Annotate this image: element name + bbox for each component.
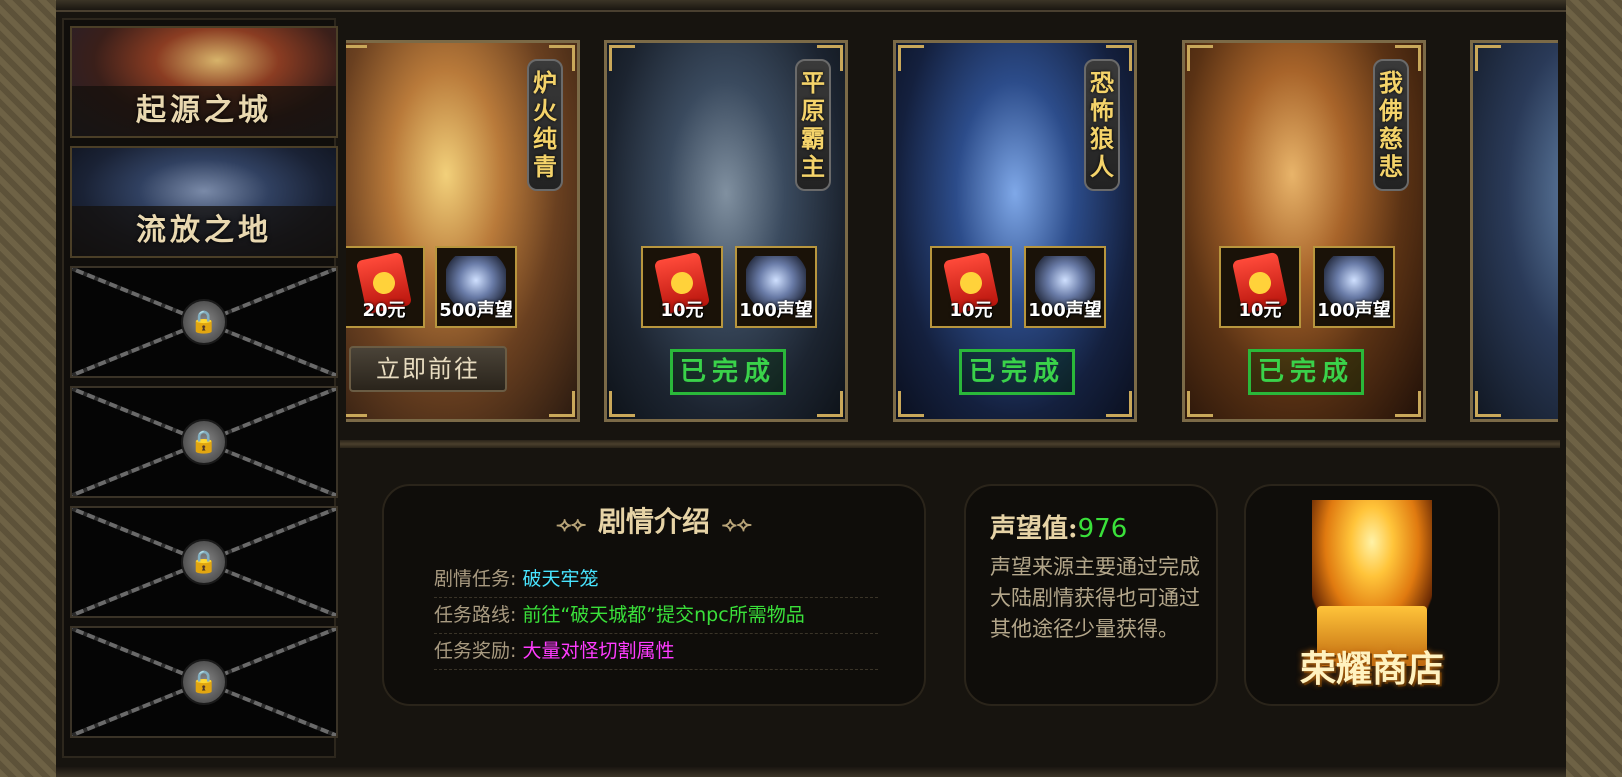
- reputation-heading: 声望值:976: [990, 508, 1127, 545]
- sidebar-item-locked: 🔒: [70, 266, 338, 378]
- reputation-panel: 声望值:976 声望来源主要通过完成大陆剧情获得也可通过其他途径少量获得。: [964, 484, 1218, 706]
- reputation-label: 声望值:: [990, 514, 1078, 544]
- story-row-quest: 剧情任务: 破天牢笼: [434, 562, 878, 598]
- red-packet-reward: 20元: [346, 246, 425, 328]
- padlock-icon: 🔒: [181, 539, 227, 585]
- corner-ornament: [609, 391, 635, 417]
- quest-card[interactable]: 我佛慈悲 10元 100声望 已完成: [1182, 40, 1426, 422]
- row-value: 前往“破天城都”提交npc所需物品: [522, 604, 805, 626]
- reputation-reward: 500声望: [435, 246, 517, 328]
- corner-ornament: [1106, 391, 1132, 417]
- sidebar-item-locked: 🔒: [70, 626, 338, 738]
- corner-ornament: [898, 391, 924, 417]
- row-value: 破天牢笼: [522, 568, 599, 590]
- wing-ornament-icon: ⟢⟣: [556, 512, 586, 536]
- reward-amount: 500声望: [439, 300, 513, 321]
- story-title-text: 剧情介绍: [597, 505, 710, 538]
- wing-ornament-icon: ⟢⟣: [722, 512, 752, 536]
- corner-ornament: [346, 391, 367, 417]
- quest-title: 平原霸主: [795, 59, 831, 191]
- reputation-reward: 100声望: [1313, 246, 1395, 328]
- top-frame-border: [56, 0, 1566, 12]
- corner-ornament: [1475, 45, 1501, 71]
- quest-card-carousel[interactable]: 炉火纯青 20元 500声望 立即前往 平原霸主 10元 100声望 已完成 恐…: [346, 32, 1558, 432]
- quest-title: 恐怖狼人: [1084, 59, 1120, 191]
- glory-shop-label: 荣耀商店: [1299, 648, 1444, 690]
- reputation-value: 976: [1077, 514, 1128, 544]
- section-divider: [340, 440, 1560, 448]
- quest-title: 我佛慈悲: [1373, 59, 1409, 191]
- quest-panel: 起源之城 流放之地 🔒 🔒 🔒 🔒 炉火纯青 20元 500声望 立即前往 平原…: [56, 12, 1566, 767]
- right-frame-border: [1566, 0, 1622, 777]
- padlock-icon: 🔒: [181, 299, 227, 345]
- reputation-reward: 100声望: [1024, 246, 1106, 328]
- story-row-route: 任务路线: 前往“破天城都”提交npc所需物品: [434, 598, 878, 634]
- sidebar-item-locked: 🔒: [70, 386, 338, 498]
- reward-amount: 20元: [362, 300, 406, 321]
- reward-amount: 10元: [660, 300, 704, 321]
- region-sidebar: 起源之城 流放之地 🔒 🔒 🔒 🔒: [62, 18, 338, 758]
- hero-artwork-image: [1473, 43, 1558, 419]
- reward-amount: 100声望: [1028, 300, 1102, 321]
- reward-amount: 100声望: [739, 300, 813, 321]
- bottom-frame-border: [56, 767, 1566, 777]
- padlock-icon: 🔒: [181, 419, 227, 465]
- story-row-reward: 任务奖励: 大量对怪切割属性: [434, 634, 878, 670]
- completed-stamp: 已完成: [959, 349, 1075, 395]
- corner-ornament: [1187, 45, 1213, 71]
- story-title: ⟢⟣ 剧情介绍 ⟢⟣: [384, 500, 924, 540]
- completed-stamp: 已完成: [1248, 349, 1364, 395]
- sidebar-item-origin-city[interactable]: 起源之城: [70, 26, 338, 138]
- quest-card[interactable]: 炉火纯青 20元 500声望 立即前往: [346, 40, 580, 422]
- quest-card-partial[interactable]: [1470, 40, 1558, 422]
- quest-card[interactable]: 恐怖狼人 10元 100声望 已完成: [893, 40, 1137, 422]
- red-packet-reward: 10元: [1219, 246, 1301, 328]
- corner-ornament: [1187, 391, 1213, 417]
- sidebar-item-label: 起源之城: [72, 86, 336, 136]
- corner-ornament: [609, 45, 635, 71]
- story-intro-panel: ⟢⟣ 剧情介绍 ⟢⟣ 剧情任务: 破天牢笼 任务路线: 前往“破天城都”提交npc所…: [382, 484, 926, 706]
- corner-ornament: [1475, 391, 1501, 417]
- reputation-description: 声望来源主要通过完成大陆剧情获得也可通过其他途径少量获得。: [990, 555, 1200, 641]
- reputation-reward: 100声望: [735, 246, 817, 328]
- sidebar-item-locked: 🔒: [70, 506, 338, 618]
- red-packet-reward: 10元: [930, 246, 1012, 328]
- row-label: 剧情任务:: [434, 568, 517, 590]
- corner-ornament: [1395, 391, 1421, 417]
- corner-ornament: [346, 45, 367, 71]
- go-now-button[interactable]: 立即前往: [349, 346, 507, 392]
- sidebar-item-exile-land[interactable]: 流放之地: [70, 146, 338, 258]
- quest-card[interactable]: 平原霸主 10元 100声望 已完成: [604, 40, 848, 422]
- corner-ornament: [549, 391, 575, 417]
- sidebar-item-label: 流放之地: [72, 206, 336, 256]
- reward-amount: 10元: [1238, 300, 1282, 321]
- completed-stamp: 已完成: [670, 349, 786, 395]
- corner-ornament: [898, 45, 924, 71]
- reward-amount: 100声望: [1317, 300, 1391, 321]
- row-label: 任务路线:: [434, 604, 517, 626]
- left-frame-border: [0, 0, 56, 777]
- row-value: 大量对怪切割属性: [522, 640, 675, 662]
- reward-amount: 10元: [949, 300, 993, 321]
- corner-ornament: [817, 391, 843, 417]
- padlock-icon: 🔒: [181, 659, 227, 705]
- glory-shop-button[interactable]: 荣耀商店: [1244, 484, 1500, 706]
- quest-title: 炉火纯青: [527, 59, 563, 191]
- red-packet-reward: 10元: [641, 246, 723, 328]
- row-label: 任务奖励:: [434, 640, 517, 662]
